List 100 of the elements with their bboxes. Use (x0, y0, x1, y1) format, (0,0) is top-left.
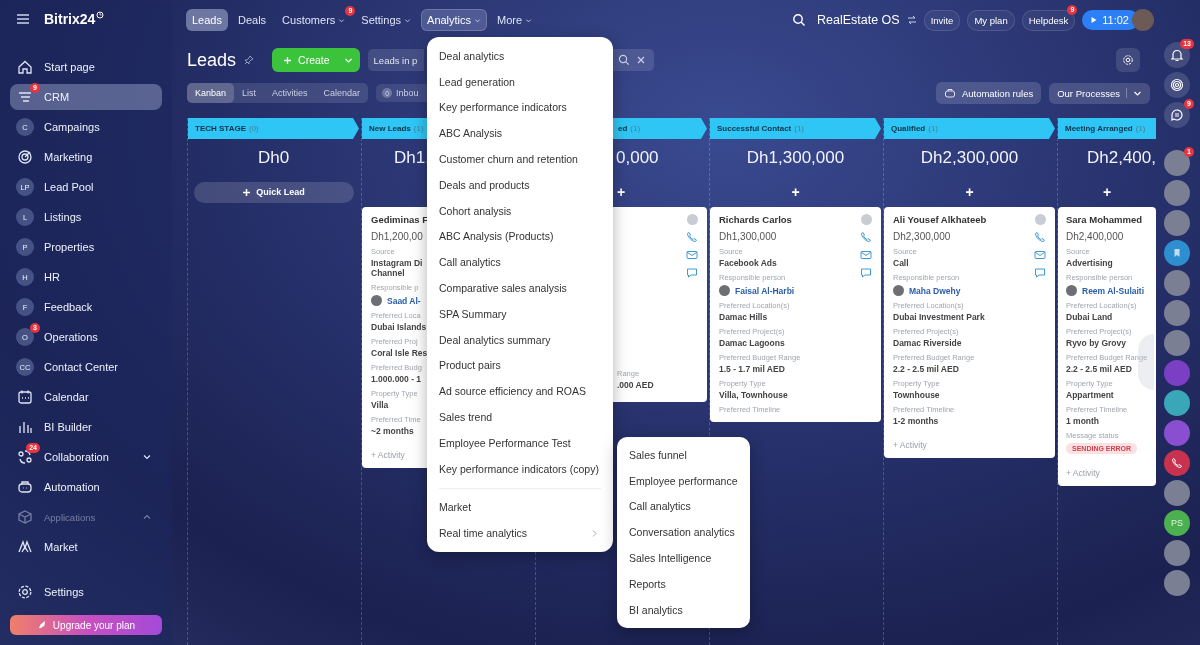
user-avatar[interactable] (1164, 480, 1190, 506)
menu-item[interactable]: Employee Performance Test (427, 429, 613, 456)
lead-name[interactable]: Richards Carlos (719, 214, 792, 225)
menu-item[interactable]: Deal analytics (427, 43, 613, 69)
search-icon[interactable] (617, 54, 630, 66)
stage-header[interactable]: Successful Contact (1) (710, 118, 881, 139)
menu-item[interactable]: Call analytics (617, 493, 750, 520)
user-avatar[interactable] (1164, 570, 1190, 596)
lead-card[interactable] (1058, 207, 1156, 486)
settings-icon (17, 584, 33, 600)
menu-item[interactable]: Deals and products (427, 172, 613, 198)
add-button[interactable]: + (962, 184, 977, 200)
sidebar-item[interactable]: Market (10, 534, 162, 560)
field-value: Call (893, 258, 909, 268)
sidebar-item[interactable]: Start page (10, 54, 162, 80)
nav-tab[interactable]: Deals (232, 9, 273, 31)
menu-item[interactable]: Customer churn and retention (427, 146, 613, 172)
sidebar-item[interactable]: Applications (10, 504, 162, 530)
user-avatar[interactable] (1164, 300, 1190, 326)
menu-icon[interactable] (16, 12, 30, 26)
people-icon (17, 449, 33, 465)
person-link[interactable]: Saad Al- (387, 295, 421, 306)
home-icon (17, 59, 33, 75)
automation-rules-button[interactable]: Automation rules (935, 82, 1042, 104)
lead-name[interactable]: Ali Yousef Alkhateeb (893, 214, 987, 225)
stage-header[interactable]: Meeting Arranged (1) (1058, 118, 1156, 139)
mail-icon[interactable] (860, 249, 872, 261)
header-button[interactable]: My plan (967, 9, 1015, 31)
search-icon[interactable] (792, 13, 806, 27)
nav-tab[interactable]: Leads (186, 9, 228, 31)
brand-logo[interactable]: Bitrix24 (44, 11, 96, 27)
counter-icon (686, 214, 698, 225)
bar-chart-icon (17, 419, 33, 435)
user-avatar[interactable] (1164, 540, 1190, 566)
close-icon[interactable] (635, 55, 646, 65)
field-value: Damac Lagoons (719, 338, 785, 348)
view-tab[interactable]: Kanban (187, 83, 235, 103)
person-link[interactable]: Reem Al-Sulaiti (1082, 285, 1145, 296)
swap-icon[interactable] (906, 15, 917, 25)
nav-tab[interactable]: Analytics (421, 9, 488, 31)
mail-icon[interactable] (686, 249, 698, 261)
header-button[interactable]: Invite (923, 9, 961, 31)
field-value: Dubai Land (1066, 312, 1113, 322)
quick-lead-button[interactable]: Quick Lead (193, 181, 354, 203)
user-avatar[interactable] (1164, 150, 1190, 176)
spiral-icon[interactable] (1164, 72, 1190, 98)
view-tab[interactable]: Activities (264, 83, 316, 103)
sidebar-item[interactable]: Marketing (10, 144, 162, 170)
plus-icon (283, 55, 293, 65)
filter-icon (17, 89, 33, 105)
field-value: Dubai Investment Park (893, 312, 985, 322)
mail-icon[interactable] (1034, 249, 1046, 261)
add-button[interactable]: + (788, 184, 803, 200)
counter-icon (860, 214, 872, 225)
sidebar-item[interactable]: BI Builder (10, 414, 162, 440)
lead-card[interactable] (884, 207, 1055, 458)
field-value: Damac Hills (719, 312, 768, 322)
caret-icon (474, 16, 482, 24)
stage-header[interactable]: TECH STAGE (0) (188, 118, 359, 139)
chat-icon[interactable] (1164, 102, 1190, 128)
menu-item[interactable]: BI analytics (617, 596, 750, 623)
settings-item[interactable]: Settings (10, 579, 162, 605)
menu-item[interactable]: Key performance indicators (copy) (427, 455, 613, 482)
pin-icon[interactable] (244, 55, 255, 65)
lead-card[interactable] (710, 207, 881, 422)
nav-tab[interactable]: More (491, 9, 539, 31)
add-button[interactable]: + (614, 184, 629, 200)
upgrade-button[interactable]: Upgrade your plan (10, 615, 162, 635)
menu-item[interactable]: Sales Intelligence (617, 545, 750, 571)
notification-icon[interactable] (1164, 42, 1190, 68)
settings-button[interactable] (1116, 48, 1140, 72)
view-tab[interactable]: List (234, 83, 265, 103)
add-button[interactable]: + (1099, 184, 1115, 200)
user-avatar[interactable] (1164, 180, 1190, 206)
person-link[interactable]: Maha Dwehy (909, 285, 961, 296)
menu-item[interactable]: Sales trend (427, 404, 613, 430)
bookmark-icon[interactable] (1164, 240, 1190, 266)
person-link[interactable]: Faisal Al-Harbi (735, 285, 795, 296)
menu-item[interactable]: Real time analytics (427, 520, 613, 547)
field-value: Appartment (1066, 390, 1114, 400)
menu-item[interactable]: Sales funnel (617, 442, 750, 468)
sidebar-item[interactable]: Automation (10, 474, 162, 500)
menu-item[interactable]: Conversation analytics (617, 519, 750, 546)
menu-item[interactable]: Employee performance (617, 467, 750, 494)
sidebar-item[interactable]: Calendar (10, 384, 162, 410)
lead-name[interactable]: Sara Mohammed (1066, 214, 1143, 225)
user-avatar[interactable] (1164, 330, 1190, 356)
menu-item[interactable]: Reports (617, 571, 750, 597)
menu-item[interactable]: Market (427, 494, 613, 521)
processes-button[interactable]: Our Processes (1049, 82, 1150, 104)
calendar-icon (17, 389, 33, 405)
phone-icon[interactable] (1164, 450, 1190, 476)
user-avatar[interactable] (1132, 9, 1154, 31)
app-icon[interactable] (1164, 360, 1190, 386)
app-icon[interactable] (1164, 390, 1190, 416)
filter-field[interactable]: Leads in p (367, 49, 424, 71)
nav-tab[interactable]: Settings (355, 9, 418, 31)
view-tab[interactable]: Calendar (315, 83, 369, 103)
workspace-name[interactable]: RealEstate OS (817, 13, 900, 27)
stage-header[interactable]: Qualified (1) (884, 118, 1055, 139)
